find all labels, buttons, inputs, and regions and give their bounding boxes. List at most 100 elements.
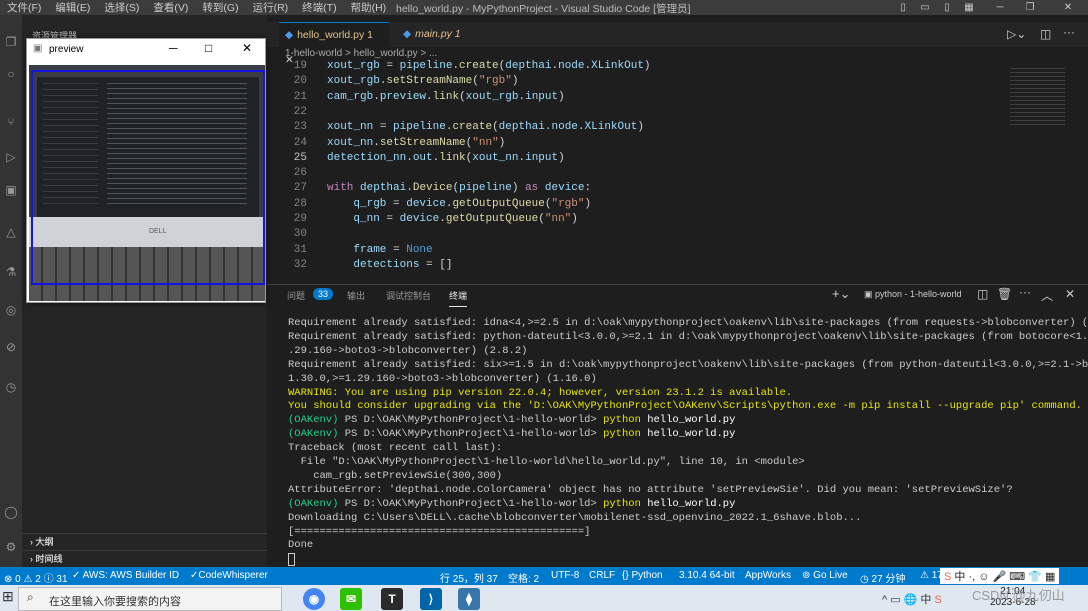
encoding[interactable]: UTF-8 (551, 570, 579, 581)
account-icon[interactable]: ◯ (0, 505, 22, 519)
chrome-icon[interactable]: ◉ (303, 588, 325, 610)
appworks[interactable]: AppWorks (745, 570, 791, 581)
code-line: cam_rgb.preview.link(xout_rgb.input) (327, 90, 565, 103)
terminal-icon: ▣ (864, 289, 876, 299)
extensions-icon[interactable]: ▣ (0, 183, 22, 197)
code-line: xout_nn.setStreamName("nn") (327, 136, 506, 149)
search-icon[interactable]: ○ (0, 67, 22, 81)
kill-terminal-icon[interactable]: 🗑 (997, 287, 1012, 301)
minimap[interactable] (1005, 63, 1080, 276)
line-number: 30 (293, 228, 307, 241)
new-terminal-icon[interactable]: +⌄ (832, 286, 850, 302)
terminal-line: File "D:\OAK\MyPythonProject\1-hello-wor… (288, 456, 805, 468)
close-icon[interactable]: ✕ (242, 41, 252, 55)
menu-item[interactable]: 运行(R) (246, 0, 296, 15)
aws-status[interactable]: ✓ AWS: AWS Builder ID (72, 570, 179, 581)
timeline-section[interactable]: › 时间线 (22, 550, 267, 567)
close-icon[interactable]: ✕ (1055, 0, 1081, 15)
line-number: 25 (293, 151, 307, 164)
status-bar: ⊗ 0 ⚠ 2 ⓘ 31 ✓ AWS: AWS Builder ID ✓Code… (0, 567, 1088, 585)
clock-icon: ◷ (860, 574, 872, 585)
app-icon: ▣ (33, 43, 43, 54)
more-actions-icon[interactable]: ··· (1063, 25, 1075, 39)
terminal-line: Requirement already satisfied: python-da… (288, 330, 1088, 343)
aws-icon[interactable]: △ (0, 225, 22, 239)
terminal-instance-label[interactable]: ▣ python - 1-hello-world (864, 289, 962, 300)
explorer-icon[interactable]: ❐ (0, 35, 22, 49)
terminal-line: Requirement already satisfied: six>=1.5 … (288, 358, 1088, 371)
line-number: 29 (293, 213, 307, 225)
code-line: detections = [] (353, 258, 453, 271)
bottom-panel: 问题 33 输出 调试控制台 终端 +⌄ ▣ python - 1-hello-… (267, 284, 1088, 567)
split-editor-icon[interactable]: ◫ (1040, 27, 1051, 41)
problems-status[interactable]: ⊗ 0 ⚠ 2 ⓘ 31 (4, 570, 68, 585)
manage-gear-icon[interactable]: ⚙ (0, 540, 22, 554)
close-panel-icon[interactable]: ✕ (1065, 287, 1075, 301)
minimize-icon[interactable]: ─ (987, 0, 1013, 15)
timeline-icon[interactable]: ◷ (0, 380, 22, 394)
outline-section[interactable]: › 大纲 (22, 533, 267, 550)
bell-icon: ⚠ (920, 570, 932, 581)
tab-hello-world[interactable]: ◆ hello_world.py 1 ✕ (279, 22, 389, 66)
source-control-icon[interactable]: ⑂ (0, 115, 22, 129)
interpreter[interactable]: 3.10.4 64-bit (679, 570, 735, 581)
customize-layout-icon[interactable]: ▦ (956, 0, 982, 15)
restore-icon[interactable]: ❐ (1017, 0, 1043, 15)
info-icon: ⓘ (43, 574, 54, 585)
wechat-icon[interactable]: ✉ (340, 588, 362, 610)
code-line: q_rgb = device.getOutputQueue("rgb") (353, 197, 592, 210)
menu-item[interactable]: 转到(G) (195, 0, 245, 15)
live-share-icon[interactable]: ⊘ (0, 340, 22, 354)
activity-bar: ❐ ○ ⑂ ▷ ▣ △ ⚗ ◎ ⊘ ◷ ◯ ⚙ (0, 15, 22, 567)
codewhisperer-status[interactable]: ✓CodeWhisperer (190, 570, 268, 581)
typora-icon[interactable]: T (381, 588, 403, 610)
maximize-panel-icon[interactable]: ︿ (1041, 287, 1053, 304)
remote-icon[interactable]: ◎ (0, 303, 22, 317)
run-debug-icon[interactable]: ▷ (0, 150, 22, 164)
python-icon[interactable]: ⧫ (458, 588, 480, 610)
tab-debug-console[interactable]: 调试控制台 (386, 289, 431, 302)
line-number: 32 (293, 258, 307, 271)
terminal-line: Traceback (most recent call last): (288, 442, 503, 455)
run-icon[interactable]: ▷⌄ (1007, 27, 1026, 41)
testing-icon[interactable]: ⚗ (0, 265, 22, 279)
split-terminal-icon[interactable]: ◫ (977, 287, 988, 301)
menu-item[interactable]: 帮助(H) (344, 0, 394, 15)
terminal-line: .29.160->boto3->blobconverter) (2.8.2) (288, 344, 528, 357)
windows-start-icon[interactable]: ⊞ (2, 588, 14, 605)
session-time[interactable]: ◷ 27 分钟 (860, 570, 905, 585)
cursor-position[interactable]: 行 25，列 37 (440, 570, 498, 585)
eol[interactable]: CRLF (589, 570, 615, 581)
terminal-line: (OAKenv) PS D:\OAK\MyPythonProject\1-hel… (288, 414, 736, 427)
preview-window[interactable]: ▣ preview ─ □ ✕ DELL (26, 38, 266, 303)
more-actions-icon[interactable]: ··· (1019, 285, 1031, 299)
menu-item[interactable]: 编辑(E) (48, 0, 97, 15)
preview-title: preview (49, 44, 84, 55)
menu-item[interactable]: 文件(F) (0, 0, 48, 15)
menu-item[interactable]: 选择(S) (97, 0, 146, 15)
tab-terminal[interactable]: 终端 (449, 289, 468, 307)
tab-output[interactable]: 输出 (347, 289, 365, 302)
taskbar-search-input[interactable]: 在这里输入你要搜索的内容 (18, 587, 282, 611)
language-mode[interactable]: {} Python (622, 570, 663, 581)
maximize-icon[interactable]: □ (205, 41, 212, 55)
terminal-line: Downloading C:\Users\DELL\.cache\blobcon… (288, 511, 862, 524)
indentation[interactable]: 空格: 2 (508, 570, 539, 585)
ime-toolbar[interactable]: S 中 ·, ☺ 🎤 ⌨ 👕 ▦ (940, 568, 1060, 584)
tab-main[interactable]: ◆ main.py 1 (397, 22, 477, 47)
minimize-icon[interactable]: ─ (169, 41, 178, 55)
tray-icons[interactable]: ^ ▭ 🌐 中 S (882, 591, 942, 607)
terminal-line: (OAKenv) PS D:\OAK\MyPythonProject\1-hel… (288, 428, 736, 441)
menu-item[interactable]: 终端(T) (295, 0, 343, 15)
window-title: hello_world.py - MyPythonProject - Visua… (396, 3, 691, 15)
go-live[interactable]: ⊚ Go Live (802, 570, 848, 581)
vscode-icon[interactable]: ⟩ (420, 588, 442, 610)
code-editor[interactable]: 19 xout_rgb = pipeline.create(depthai.nod… (267, 60, 997, 276)
tab-problems[interactable]: 问题 (287, 289, 305, 302)
terminal-line: Done (288, 539, 314, 552)
menu-item[interactable]: 查看(V) (146, 0, 195, 15)
terminal-line: Requirement already satisfied: idna<4,>=… (288, 317, 1088, 329)
windows-taskbar: ⊞ 在这里输入你要搜索的内容 ⌕ ◉ ✉ T ⟩ ⧫ ^ ▭ 🌐 中 S 21:… (0, 585, 1088, 611)
terminal-line: You should consider upgrading via the 'D… (288, 400, 1082, 413)
terminal-line: (OAKenv) PS D:\OAK\MyPythonProject\1-hel… (288, 497, 736, 510)
